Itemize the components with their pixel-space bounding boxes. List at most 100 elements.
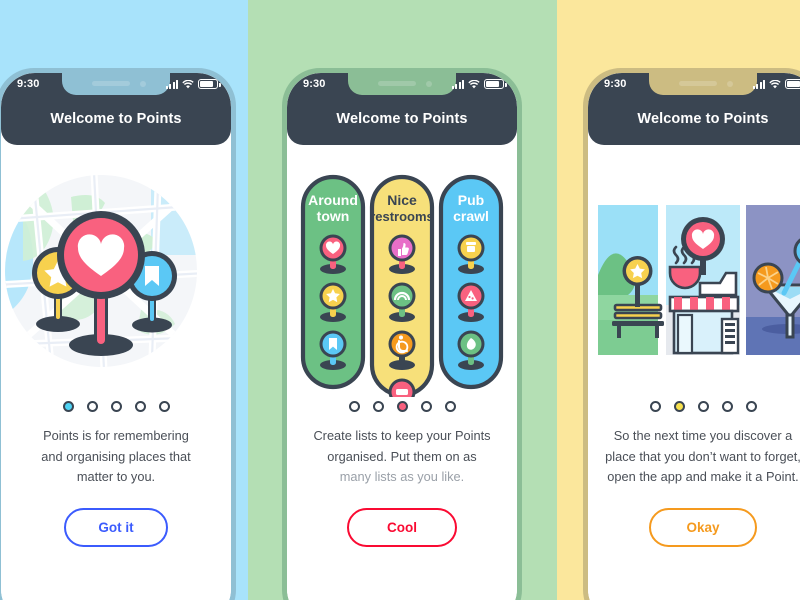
- battery-icon: [785, 79, 800, 89]
- list-cards-illustration: Around town Nice restrooms Pub crawl: [287, 145, 517, 397]
- caption-1: Points is for remembering and organising…: [13, 426, 219, 488]
- caption-line: and organising places that: [41, 448, 191, 464]
- cocktail-photo[interactable]: [746, 205, 800, 355]
- front-camera: [140, 81, 146, 87]
- page-dot-2[interactable]: [86, 401, 98, 412]
- caption-line: open the app and make it a Point.: [607, 469, 799, 485]
- page-dot-3[interactable]: [110, 401, 122, 412]
- nav-bar-2: 9:30 Welcome to Points: [287, 73, 517, 145]
- caption-line-muted: many lists as you like.: [339, 469, 465, 485]
- okay-button[interactable]: Okay: [649, 508, 757, 548]
- caption-3: So the next time you discover a place th…: [588, 426, 800, 488]
- phone-screen-1: 9:30 Welcome to Points Points is for rem…: [1, 73, 231, 600]
- wifi-icon: [769, 80, 781, 89]
- status-bar-icons: [165, 79, 221, 89]
- list-title-line2: town: [317, 208, 350, 224]
- notch-3: [649, 73, 757, 95]
- phone-frame-3: 9:30 Welcome to Points So the next time …: [583, 68, 800, 600]
- cellular-signal-icon: [165, 80, 178, 89]
- page-title-1: Welcome to Points: [50, 111, 182, 127]
- cta-wrap-1: Got it: [64, 508, 168, 548]
- caption-line: Points is for remembering: [43, 428, 189, 443]
- page-indicator-3[interactable]: [649, 401, 757, 412]
- page-dot-3[interactable]: [697, 401, 709, 412]
- page-dot-5[interactable]: [158, 401, 170, 412]
- page-dot-2[interactable]: [673, 401, 685, 412]
- earpiece-speaker: [92, 81, 130, 86]
- status-bar-time: 9:30: [17, 78, 40, 90]
- place-photos-svg: [598, 205, 800, 355]
- page-dot-5[interactable]: [444, 401, 456, 412]
- list-title-line2: restrooms: [370, 209, 434, 224]
- caption-line: matter to you.: [76, 469, 156, 485]
- list-pin-thumbs-up: [388, 234, 416, 274]
- page-indicator-2[interactable]: [348, 401, 456, 412]
- list-title-line2: crawl: [453, 208, 489, 224]
- status-bar-icons: [451, 79, 507, 89]
- page-indicator-1[interactable]: [62, 401, 170, 412]
- cta-wrap-2: Cool: [347, 508, 457, 548]
- panel-screen-2: 9:30 Welcome to Points Around town Nice …: [248, 0, 557, 600]
- page-dot-1[interactable]: [62, 401, 74, 412]
- page-dot-4[interactable]: [721, 401, 733, 412]
- page-dot-1[interactable]: [649, 401, 661, 412]
- screen-body-3: So the next time you discover a place th…: [588, 145, 800, 600]
- list-pin-wheelchair: [388, 330, 416, 370]
- notch-2: [348, 73, 456, 95]
- caption-2: Create lists to keep your Points organis…: [295, 426, 510, 488]
- page-dot-4[interactable]: [134, 401, 146, 412]
- page-dot-2[interactable]: [372, 401, 384, 412]
- onboarding-showcase: 9:30 Welcome to Points Points is for rem…: [0, 0, 800, 600]
- caption-line: Create lists to keep your Points: [313, 428, 491, 443]
- cellular-signal-icon: [752, 80, 765, 89]
- caption-line: organised. Put them on as: [327, 448, 477, 464]
- battery-icon: [484, 79, 507, 89]
- map-with-pins-illustration: [1, 145, 231, 397]
- status-bar-icons: [752, 79, 800, 89]
- list-title-line1: Pub: [458, 192, 484, 208]
- list-pin-beer: [457, 234, 485, 274]
- panel-screen-1: 9:30 Welcome to Points Points is for rem…: [0, 0, 248, 600]
- nav-bar-3: 9:30 Welcome to Points: [588, 73, 800, 145]
- list-card-around-town[interactable]: Around town: [300, 174, 366, 390]
- front-camera: [426, 81, 432, 87]
- list-pin-leaf: [457, 330, 485, 370]
- status-bar-time: 9:30: [303, 78, 326, 90]
- screen-body-1: Points is for remembering and organising…: [1, 145, 231, 600]
- list-cards-svg: Around town Nice restrooms Pub crawl: [300, 174, 504, 397]
- notch-1: [62, 73, 170, 95]
- cta-wrap-3: Okay: [649, 508, 757, 548]
- phone-frame-1: 9:30 Welcome to Points Points is for rem…: [0, 68, 236, 600]
- earpiece-speaker: [378, 81, 416, 86]
- page-dot-4[interactable]: [420, 401, 432, 412]
- status-bar-time: 9:30: [604, 78, 627, 90]
- list-pin-star: [319, 282, 347, 322]
- list-pin-arch: [388, 282, 416, 322]
- earpiece-speaker: [679, 81, 717, 86]
- page-dot-1[interactable]: [348, 401, 360, 412]
- page-title-2: Welcome to Points: [336, 111, 468, 127]
- nav-bar-1: 9:30 Welcome to Points: [1, 73, 231, 145]
- phone-screen-2: 9:30 Welcome to Points Around town Nice …: [287, 73, 517, 600]
- cool-button[interactable]: Cool: [347, 508, 457, 548]
- got-it-button[interactable]: Got it: [64, 508, 168, 548]
- page-dot-5[interactable]: [745, 401, 757, 412]
- panel-screen-3: 9:30 Welcome to Points So the next time …: [557, 0, 800, 600]
- coffee-bowl: [668, 265, 702, 290]
- list-card-pub-crawl[interactable]: Pub crawl: [438, 174, 504, 390]
- phone-screen-3: 9:30 Welcome to Points So the next time …: [588, 73, 800, 600]
- list-pin-heart: [319, 234, 347, 274]
- front-camera: [727, 81, 733, 87]
- caption-line: place that you don’t want to forget,: [605, 448, 800, 464]
- list-title-line1: Nice: [387, 192, 417, 208]
- place-photos-illustration: [588, 145, 800, 397]
- screen-body-2: Around town Nice restrooms Pub crawl Cre…: [287, 145, 517, 600]
- battery-icon: [198, 79, 221, 89]
- list-pin-pizza: [457, 282, 485, 322]
- caption-line: So the next time you discover a: [613, 428, 793, 443]
- page-title-3: Welcome to Points: [637, 111, 769, 127]
- cellular-signal-icon: [451, 80, 464, 89]
- list-card-nice-restrooms[interactable]: Nice restrooms: [369, 174, 435, 397]
- page-dot-3[interactable]: [396, 401, 408, 412]
- list-pin-bookmark: [319, 330, 347, 370]
